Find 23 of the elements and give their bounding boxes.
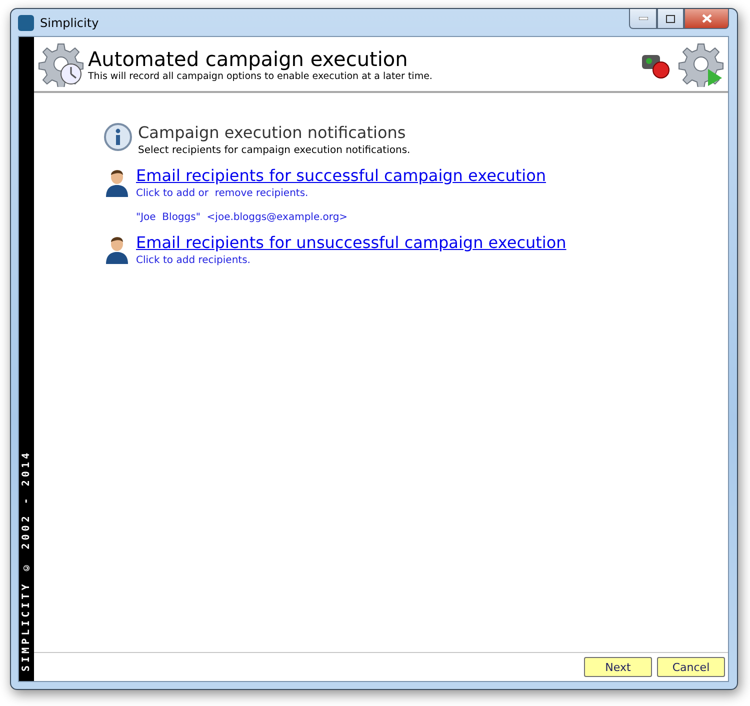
recipients-link[interactable]: Email recipients for successful campaign execution [136,166,546,185]
info-icon [104,123,132,151]
hint-text: Click to add recipients. [136,255,252,266]
gear-clock-icon [38,41,84,87]
maximize-icon [666,14,675,22]
recipients-link[interactable]: Email recipients for unsuccessful campaign execution [136,233,566,252]
minimize-button[interactable] [629,9,657,29]
app-icon [18,14,34,30]
recipient-entry: "Joe Bloggs" <joe.bloggs@example.org> [136,212,349,223]
page-subtitle: This will record all campaign options to enable execution at a later time. [88,70,432,82]
gear-play-icon [678,41,724,87]
copyright-text: SIMPLICITY © 2002 - 2014 [21,450,32,671]
close-button[interactable] [684,9,729,29]
close-icon [702,14,712,23]
section-description: Select recipients for campaign execution notifications. [138,145,410,156]
next-button[interactable]: Next [584,657,652,677]
maximize-button[interactable] [657,9,684,29]
cancel-button[interactable]: Cancel [657,657,725,677]
section-heading: Campaign execution notifications [138,123,407,142]
minimize-icon [638,17,648,20]
hint-text: Click to add or remove recipients. [136,188,310,199]
page-title: Automated campaign execution [88,46,409,70]
window-title: Simplicity [40,16,99,30]
